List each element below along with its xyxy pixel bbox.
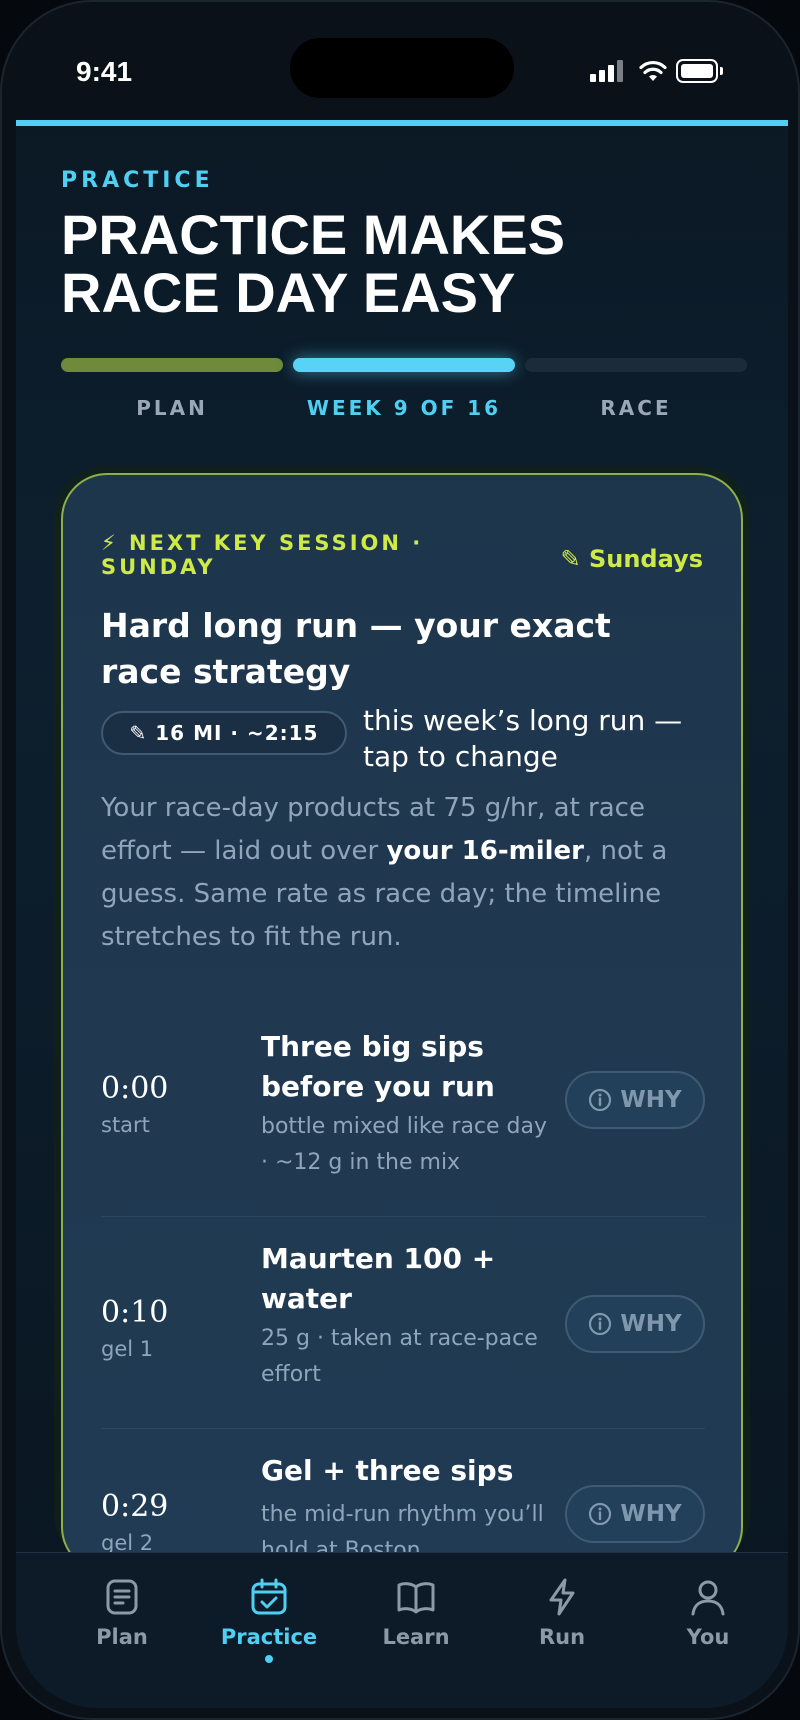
timeline-sub: gel 1 — [101, 1337, 154, 1361]
timeline-row: 0:00 start Three big sips before you run… — [101, 1005, 705, 1217]
tab-practice[interactable]: Practice — [199, 1577, 339, 1663]
screen: 9:41 PRACTICE PRACTICE MAKES RACE DAY EA… — [16, 16, 788, 1708]
timeline-title: Gel + three sips — [261, 1454, 514, 1487]
battery-icon — [676, 59, 723, 83]
session-description: Your race-day products at 75 g/hr, at ra… — [101, 787, 701, 959]
user-icon — [691, 1580, 725, 1616]
tab-you[interactable]: You — [638, 1577, 778, 1649]
status-time: 9:41 — [76, 56, 133, 87]
tab-label: Plan — [96, 1625, 148, 1649]
calendar-check-icon — [251, 1578, 287, 1615]
lightning-icon — [549, 1578, 575, 1616]
tab-label: Learn — [382, 1625, 450, 1649]
why-label: WHY — [620, 1501, 682, 1527]
timeline-time: 0:00 — [101, 1071, 169, 1106]
document-icon — [106, 1579, 138, 1615]
timeline-detail: bottle mixed like race day · ~12 g in th… — [261, 1114, 548, 1175]
book-icon — [397, 1582, 435, 1614]
tab-learn[interactable]: Learn — [346, 1577, 486, 1649]
status-bar: 9:41 — [16, 16, 788, 126]
fuel-timeline: 0:00 start Three big sips before you run… — [101, 1005, 705, 1571]
info-icon — [589, 1312, 612, 1336]
phone-frame: 9:41 PRACTICE PRACTICE MAKES RACE DAY EA… — [0, 0, 800, 1720]
info-icon — [589, 1502, 612, 1526]
plan-progress: PLAN WEEK 9 OF 16 RACE — [61, 358, 747, 420]
timeline-time: 0:10 — [101, 1295, 169, 1330]
distance-chip-hint: this week’s long run — tap to change — [363, 704, 683, 773]
why-label: WHY — [620, 1311, 682, 1337]
timeline-title: Maurten 100 + water — [261, 1242, 496, 1315]
timeline-title: Three big sips before you run — [261, 1030, 495, 1103]
bottom-tab-bar: Plan Practice Learn Run You — [16, 1552, 788, 1708]
timeline-sub: start — [101, 1113, 150, 1137]
distance-chip[interactable]: ✎ 16 MI · ~2:15 — [101, 711, 347, 755]
tab-label: You — [686, 1625, 730, 1649]
tab-label: Run — [538, 1625, 586, 1649]
tab-plan[interactable]: Plan — [52, 1577, 192, 1649]
progress-segment-plan — [61, 358, 283, 372]
progress-segment-current-week — [293, 358, 515, 372]
progress-label-race: RACE — [600, 396, 672, 420]
info-icon — [589, 1088, 612, 1112]
why-button[interactable]: WHY — [565, 1295, 705, 1353]
change-day-button[interactable]: ✎ Sundays — [561, 545, 704, 573]
dynamic-island — [290, 38, 514, 98]
progress-label-current-week: WEEK 9 OF 16 — [306, 396, 502, 420]
tab-label: Practice — [220, 1625, 318, 1649]
active-tab-indicator — [265, 1655, 273, 1663]
session-label: ⚡ NEXT KEY SESSION · SUNDAY — [101, 531, 424, 579]
timeline-time: 0:29 — [101, 1489, 169, 1524]
desc-emphasis: your 16-miler — [386, 836, 585, 866]
cellular-signal-icon — [590, 60, 630, 82]
why-button[interactable]: WHY — [565, 1071, 705, 1129]
why-button[interactable]: WHY — [565, 1485, 705, 1543]
page-title: PRACTICE MAKES RACE DAY EASY — [61, 203, 566, 324]
key-session-card: ⚡ NEXT KEY SESSION · SUNDAY ✎ Sundays Ha… — [61, 473, 743, 1573]
timeline-row: 0:10 gel 1 Maurten 100 + water 25 g · ta… — [101, 1217, 705, 1429]
session-title: Hard long run — your exact race strategy — [101, 606, 611, 691]
section-eyebrow: PRACTICE — [61, 168, 214, 193]
timeline-detail: 25 g · taken at race-pace effort — [261, 1326, 538, 1387]
wifi-icon — [639, 60, 667, 81]
tab-run[interactable]: Run — [492, 1577, 632, 1649]
progress-segment-race — [525, 358, 747, 372]
header-accent-line — [16, 120, 788, 126]
progress-label-plan: PLAN — [136, 396, 208, 420]
why-label: WHY — [620, 1087, 682, 1113]
